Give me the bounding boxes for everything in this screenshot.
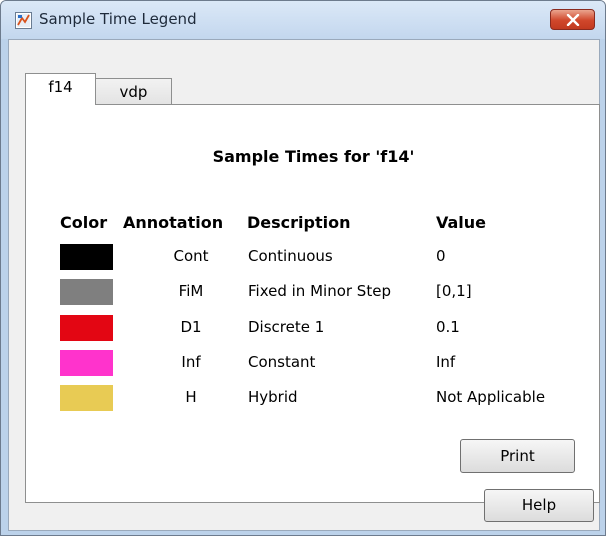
column-header-description: Description bbox=[247, 213, 351, 232]
annotation-cell: Cont bbox=[173, 247, 209, 265]
panel-title: Sample Times for 'f14' bbox=[212, 147, 415, 166]
description-cell: Fixed in Minor Step bbox=[248, 282, 391, 300]
description-cell: Continuous bbox=[248, 247, 333, 265]
value-cell: 0 bbox=[436, 247, 446, 265]
description-cell: Constant bbox=[248, 353, 316, 371]
help-button[interactable]: Help bbox=[484, 489, 594, 522]
sample-time-legend-window: Sample Time Legend f14 vdp Sample Times … bbox=[0, 0, 606, 536]
dialog-client-area: f14 vdp Sample Times for 'f14' Color Ann… bbox=[8, 39, 600, 531]
matlab-figure-icon bbox=[15, 12, 32, 29]
color-swatch bbox=[60, 350, 113, 376]
description-cell: Hybrid bbox=[248, 388, 298, 406]
value-cell: Not Applicable bbox=[436, 388, 546, 406]
column-header-value: Value bbox=[436, 213, 487, 232]
tab-vdp[interactable]: vdp bbox=[96, 78, 172, 105]
annotation-cell: D1 bbox=[180, 318, 202, 336]
close-button[interactable] bbox=[550, 9, 595, 30]
color-swatch bbox=[60, 244, 113, 270]
annotation-cell: FiM bbox=[178, 282, 204, 300]
color-swatch bbox=[60, 279, 113, 305]
annotation-cell: H bbox=[185, 388, 197, 406]
value-cell: Inf bbox=[436, 353, 456, 371]
color-swatch bbox=[60, 385, 113, 411]
print-button[interactable]: Print bbox=[460, 439, 575, 473]
tab-f14[interactable]: f14 bbox=[25, 73, 96, 105]
window-title: Sample Time Legend bbox=[39, 10, 197, 28]
value-cell: [0,1] bbox=[436, 282, 472, 300]
color-swatch bbox=[60, 315, 113, 341]
title-bar[interactable]: Sample Time Legend bbox=[1, 1, 605, 39]
annotation-cell: Inf bbox=[181, 353, 201, 371]
description-cell: Discrete 1 bbox=[248, 318, 325, 336]
close-icon bbox=[566, 14, 580, 26]
column-header-annotation: Annotation bbox=[123, 213, 224, 232]
tab-panel: Sample Times for 'f14' Color Annotation … bbox=[25, 104, 600, 503]
column-header-color: Color bbox=[60, 213, 108, 232]
value-cell: 0.1 bbox=[436, 318, 460, 336]
